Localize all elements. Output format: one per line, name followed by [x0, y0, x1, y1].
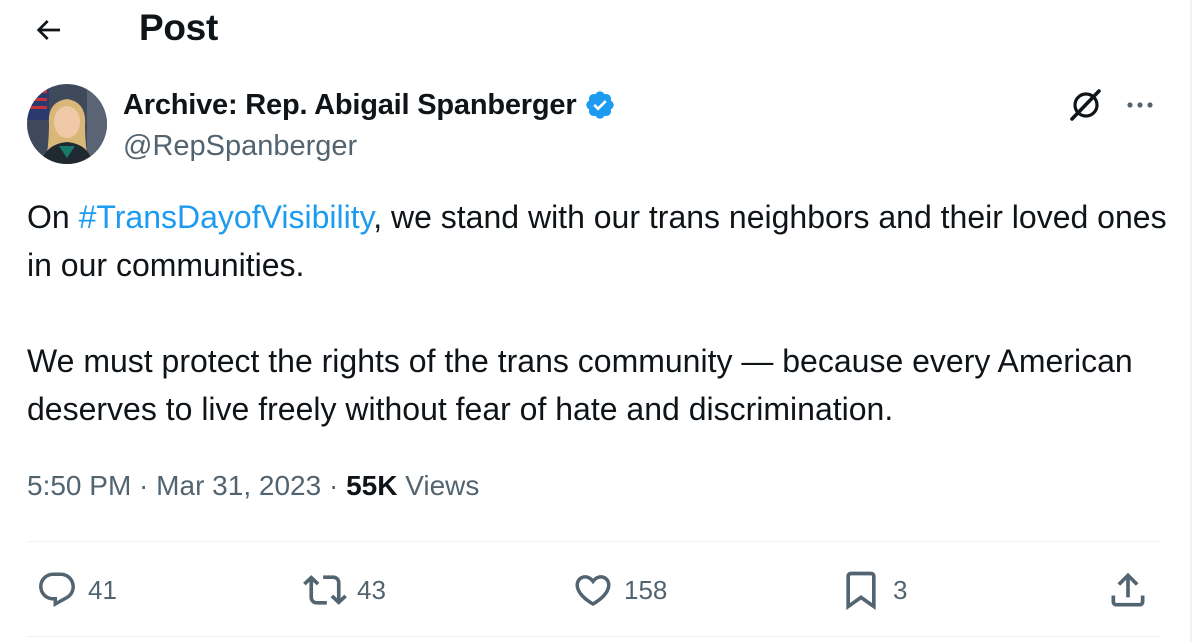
avatar[interactable]	[27, 84, 107, 164]
more-options-icon[interactable]	[1120, 92, 1160, 118]
bookmark-count: 3	[893, 574, 908, 605]
divider-bottom	[27, 636, 1160, 637]
reply-bubble-icon	[39, 572, 75, 607]
arrow-left-icon	[36, 20, 60, 40]
avatar-photo	[27, 84, 107, 164]
views-count[interactable]: 55K	[346, 470, 397, 501]
bookmark-icon	[846, 571, 876, 611]
post-paragraph-1: On #TransDayofVisibility, we stand with …	[27, 193, 1177, 289]
repost-count: 43	[357, 574, 386, 605]
grok-icon[interactable]	[1066, 86, 1104, 124]
back-button[interactable]	[28, 10, 68, 50]
hashtag-link[interactable]: #TransDayofVisibility	[79, 199, 374, 235]
post-paragraph-2: We must protect the rights of the trans …	[27, 343, 1133, 427]
share-upload-icon	[1111, 572, 1145, 607]
views-label: Views	[405, 470, 480, 501]
divider-top	[27, 541, 1160, 542]
post-time[interactable]: 5:50 PM	[27, 470, 131, 501]
heart-icon	[575, 575, 611, 607]
repost-icon	[303, 575, 347, 605]
post-body: On #TransDayofVisibility, we stand with …	[27, 193, 1177, 433]
column-border	[1190, 0, 1192, 642]
author-handle[interactable]: @RepSpanberger	[123, 127, 357, 165]
reply-button[interactable]: 41	[36, 566, 117, 614]
meta-separator: ·	[321, 470, 347, 501]
share-button[interactable]	[1106, 566, 1150, 614]
post-text-prefix: On	[27, 199, 79, 235]
page-title: Post	[139, 7, 218, 48]
post-date[interactable]: Mar 31, 2023	[156, 470, 321, 501]
meta-separator: ·	[131, 470, 157, 501]
reply-count: 41	[88, 574, 117, 605]
like-button[interactable]: 158	[572, 566, 667, 614]
post-meta: 5:50 PM · Mar 31, 2023 · 55K Views	[27, 467, 479, 505]
verified-badge-icon	[586, 91, 615, 119]
bookmark-button[interactable]: 3	[839, 566, 907, 614]
repost-button[interactable]: 43	[303, 566, 386, 614]
author-name[interactable]: Archive: Rep. Abigail Spanberger	[123, 86, 616, 124]
like-count: 158	[624, 574, 668, 605]
author-name-text: Archive: Rep. Abigail Spanberger	[123, 89, 577, 121]
